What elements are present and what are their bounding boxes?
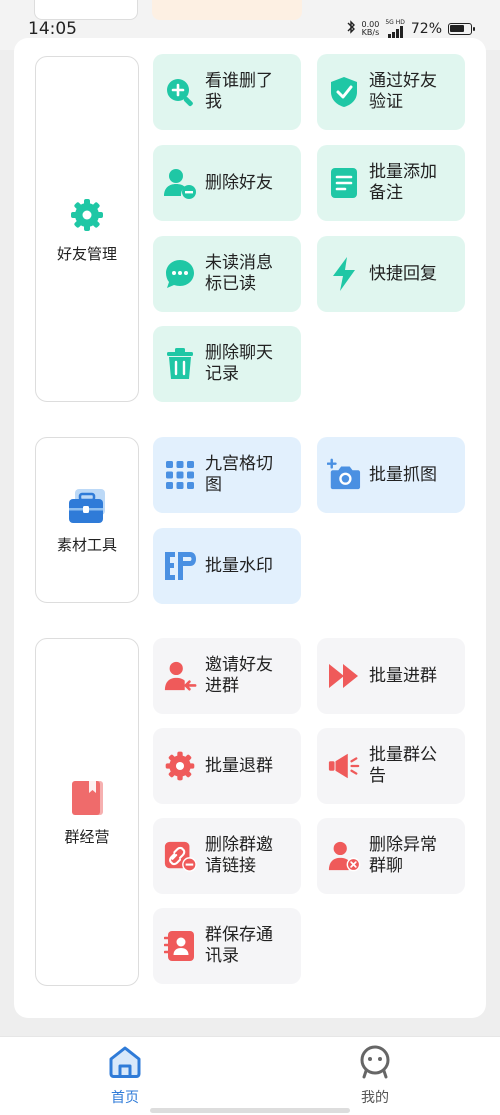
tile-label: 通过好友验证 — [369, 71, 437, 112]
tile-label: 删除聊天记录 — [205, 343, 273, 384]
watermark-icon — [163, 549, 197, 583]
tile-who-deleted-me[interactable]: 看谁删了我 — [153, 54, 301, 130]
lightning-icon — [327, 257, 361, 291]
tile-quick-reply[interactable]: 快捷回复 — [317, 236, 465, 312]
tile-batch-grab-images[interactable]: 批量抓图 — [317, 437, 465, 513]
bottom-nav: 首页 我的 — [0, 1036, 500, 1115]
contacts-book-icon — [163, 929, 197, 963]
tile-group-save-contacts[interactable]: 群保存通讯录 — [153, 908, 301, 984]
note-list-icon — [327, 166, 361, 200]
tile-label: 批量退群 — [205, 755, 273, 776]
status-indicators: 0.00 KB/s 5G HD 72% — [346, 20, 475, 38]
tile-delete-abnormal-group-chats[interactable]: 删除异常群聊 — [317, 818, 465, 894]
tile-delete-friend[interactable]: 删除好友 — [153, 145, 301, 221]
tile-mark-unread-read[interactable]: 未读消息标已读 — [153, 236, 301, 312]
tile-label: 批量抓图 — [369, 464, 437, 485]
camera-add-icon — [327, 458, 361, 492]
user-remove-icon — [327, 839, 361, 873]
tile-label: 批量水印 — [205, 555, 273, 576]
tile-label: 邀请好友进群 — [205, 655, 273, 696]
net-speed: 0.00 KB/s — [361, 20, 380, 37]
category-friend-management[interactable]: 好友管理 — [35, 56, 139, 402]
scrolled-card-top-right — [152, 0, 302, 20]
tile-label: 看谁删了我 — [205, 71, 273, 112]
gear-icon — [163, 749, 197, 783]
chat-bubble-icon — [163, 257, 197, 291]
tile-label: 快捷回复 — [369, 263, 437, 284]
trash-icon — [163, 347, 197, 381]
category-group-operations[interactable]: 群经营 — [35, 638, 139, 986]
shield-check-icon — [327, 75, 361, 109]
grid-icon — [163, 458, 197, 492]
home-indicator[interactable] — [150, 1108, 350, 1113]
tile-batch-leave-groups[interactable]: 批量退群 — [153, 728, 301, 804]
search-add-icon — [163, 75, 197, 109]
home-icon — [107, 1045, 143, 1083]
tile-label: 群保存通讯录 — [205, 925, 273, 966]
status-time: 14:05 — [28, 19, 77, 39]
tile-batch-join-groups[interactable]: 批量进群 — [317, 638, 465, 714]
gear-icon — [67, 195, 107, 235]
tile-label: 批量群公告 — [369, 745, 437, 786]
signal-icon — [387, 26, 403, 38]
megaphone-icon — [327, 749, 361, 783]
tile-batch-add-remarks[interactable]: 批量添加备注 — [317, 145, 465, 221]
tile-delete-group-invite-link[interactable]: 删除群邀请链接 — [153, 818, 301, 894]
tile-pass-friend-verification[interactable]: 通过好友验证 — [317, 54, 465, 130]
tile-label: 九宫格切图 — [205, 454, 273, 495]
category-label: 素材工具 — [56, 535, 117, 554]
user-invite-icon — [163, 659, 197, 693]
tile-label: 批量添加备注 — [369, 162, 437, 203]
tile-batch-group-announcement[interactable]: 批量群公告 — [317, 728, 465, 804]
battery-icon — [448, 23, 475, 35]
category-label: 群经营 — [64, 827, 110, 846]
nav-label: 首页 — [111, 1090, 139, 1106]
nav-mine[interactable]: 我的 — [335, 1045, 415, 1107]
tile-label: 批量进群 — [369, 665, 437, 686]
tile-batch-watermark[interactable]: 批量水印 — [153, 528, 301, 604]
tile-label: 删除好友 — [205, 172, 273, 193]
bluetooth-icon — [346, 20, 356, 38]
tile-invite-friends-to-group[interactable]: 邀请好友进群 — [153, 638, 301, 714]
tile-label: 删除群邀请链接 — [205, 835, 273, 876]
user-minus-icon — [163, 166, 197, 200]
tile-label: 未读消息标已读 — [205, 253, 273, 294]
fast-forward-icon — [327, 659, 361, 693]
book-icon — [67, 778, 107, 818]
tile-label: 删除异常群聊 — [369, 835, 437, 876]
toolbox-icon — [67, 486, 107, 526]
battery-level: 72% — [410, 21, 442, 37]
tile-nine-grid-cut[interactable]: 九宫格切图 — [153, 437, 301, 513]
nav-home[interactable]: 首页 — [85, 1045, 165, 1107]
category-label: 好友管理 — [56, 244, 117, 263]
tile-delete-chat-history[interactable]: 删除聊天记录 — [153, 326, 301, 402]
profile-face-icon — [357, 1045, 393, 1083]
nav-label: 我的 — [361, 1090, 389, 1106]
scrolled-card-top-left — [34, 0, 138, 20]
link-delete-icon — [163, 839, 197, 873]
category-material-tools[interactable]: 素材工具 — [35, 437, 139, 603]
